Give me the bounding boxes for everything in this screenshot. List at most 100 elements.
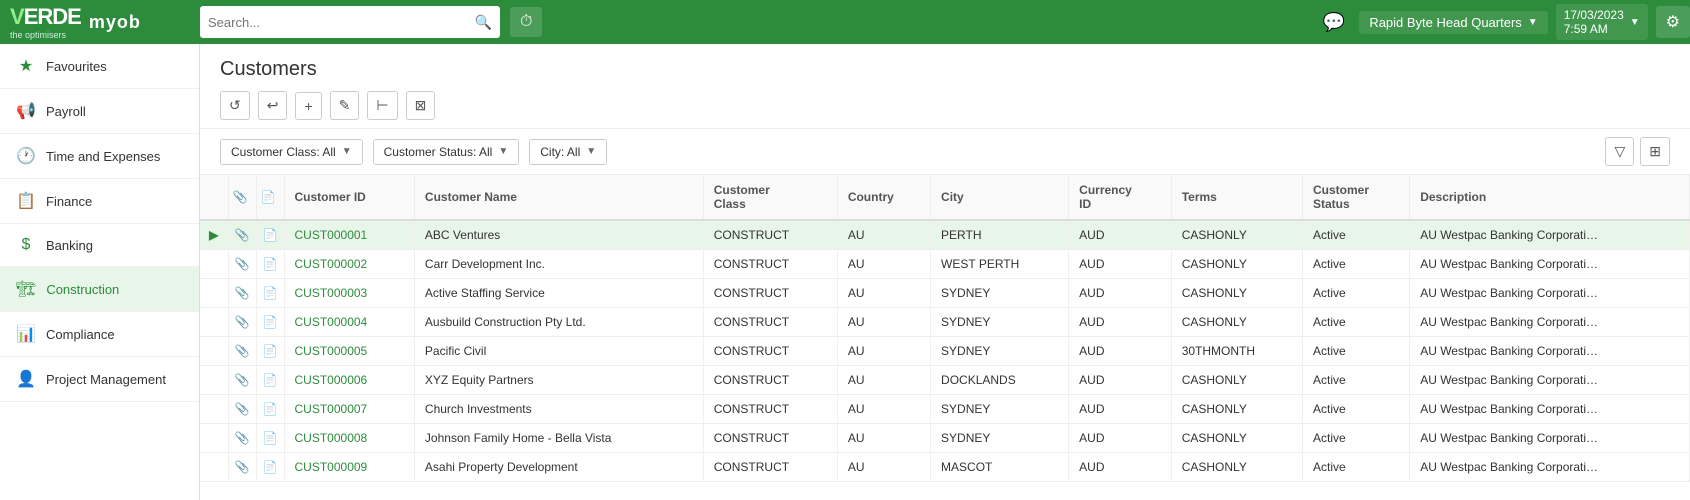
col-customer-id[interactable]: Customer ID — [284, 175, 414, 220]
columns-button[interactable]: ⊞ — [1640, 137, 1670, 166]
row-status: Active — [1303, 308, 1410, 337]
table-row[interactable]: 📎 📄 CUST000002 Carr Development Inc. CON… — [200, 250, 1690, 279]
nav-refresh-button[interactable]: ⏱ — [510, 7, 542, 37]
org-selector[interactable]: Rapid Byte Head Quarters ▼ — [1359, 11, 1547, 34]
toolbar-undo-button[interactable]: ↩ — [258, 91, 288, 120]
row-customer-name: ABC Ventures — [414, 220, 703, 250]
row-terms: CASHONLY — [1171, 308, 1302, 337]
customer-status-filter[interactable]: Customer Status: All ▼ — [373, 139, 520, 165]
customer-id-link[interactable]: CUST000007 — [295, 402, 368, 416]
toolbar-edit-button[interactable]: ✎ — [330, 91, 360, 120]
search-input[interactable] — [208, 15, 475, 30]
myob-logo: myob — [89, 12, 141, 33]
row-status: Active — [1303, 395, 1410, 424]
row-attach-cell: 📎 — [228, 424, 256, 453]
row-description: AU Westpac Banking Corporatio... — [1410, 250, 1690, 279]
row-arrow-cell — [200, 250, 228, 279]
row-doc-cell: 📄 — [256, 250, 284, 279]
customer-class-filter[interactable]: Customer Class: All ▼ — [220, 139, 363, 165]
table-row[interactable]: 📎 📄 CUST000004 Ausbuild Construction Pty… — [200, 308, 1690, 337]
toolbar-refresh-button[interactable]: ↺ — [220, 91, 250, 120]
customer-id-link[interactable]: CUST000003 — [295, 286, 368, 300]
row-city: SYDNEY — [931, 337, 1069, 366]
row-customer-id[interactable]: CUST000001 — [284, 220, 414, 250]
search-box[interactable]: 🔍 — [200, 6, 500, 38]
search-area: 🔍 ⏱ — [200, 6, 542, 38]
row-customer-id[interactable]: CUST000009 — [284, 453, 414, 482]
top-nav-bar: VERDE the optimisers myob 🔍 ⏱ 💬 Rapid By… — [0, 0, 1690, 44]
col-customer-name[interactable]: Customer Name — [414, 175, 703, 220]
row-status: Active — [1303, 453, 1410, 482]
row-customer-name: Church Investments — [414, 395, 703, 424]
customer-id-link[interactable]: CUST000001 — [295, 228, 368, 242]
sidebar-item-favourites[interactable]: ★ Favourites — [0, 44, 199, 89]
customer-id-link[interactable]: CUST000008 — [295, 431, 368, 445]
row-customer-id[interactable]: CUST000007 — [284, 395, 414, 424]
sidebar-item-label: Compliance — [46, 327, 115, 342]
customer-id-link[interactable]: CUST000004 — [295, 315, 368, 329]
sidebar-item-finance[interactable]: 📋 Finance — [0, 179, 199, 224]
table-row[interactable]: 📎 📄 CUST000003 Active Staffing Service C… — [200, 279, 1690, 308]
row-customer-id[interactable]: CUST000002 — [284, 250, 414, 279]
customer-id-link[interactable]: CUST000002 — [295, 257, 368, 271]
col-customer-status[interactable]: CustomerStatus — [1303, 175, 1410, 220]
row-terms: 30THMONTH — [1171, 337, 1302, 366]
sidebar-item-payroll[interactable]: 📢 Payroll — [0, 89, 199, 134]
col-country[interactable]: Country — [837, 175, 930, 220]
col-customer-class[interactable]: CustomerClass — [703, 175, 837, 220]
col-terms[interactable]: Terms — [1171, 175, 1302, 220]
row-doc-cell: 📄 — [256, 308, 284, 337]
col-currency-id[interactable]: CurrencyID — [1069, 175, 1172, 220]
org-name: Rapid Byte Head Quarters — [1369, 15, 1521, 30]
row-customer-name: Carr Development Inc. — [414, 250, 703, 279]
row-terms: CASHONLY — [1171, 220, 1302, 250]
row-customer-id[interactable]: CUST000006 — [284, 366, 414, 395]
row-country: AU — [837, 337, 930, 366]
sidebar-item-time-and-expenses[interactable]: 🕐 Time and Expenses — [0, 134, 199, 179]
row-arrow-cell: ▶ — [200, 220, 228, 250]
row-attach-cell: 📎 — [228, 453, 256, 482]
row-currency: AUD — [1069, 424, 1172, 453]
construction-icon: 🏗 — [16, 279, 36, 299]
row-customer-id[interactable]: CUST000003 — [284, 279, 414, 308]
row-customer-name: Johnson Family Home - Bella Vista — [414, 424, 703, 453]
settings-button[interactable]: ⚙ — [1656, 6, 1690, 38]
toolbar-merge-button[interactable]: ⊢ — [367, 91, 397, 120]
col-city[interactable]: City — [931, 175, 1069, 220]
row-customer-class: CONSTRUCT — [703, 337, 837, 366]
page-title: Customers — [220, 58, 1670, 81]
table-row[interactable]: 📎 📄 CUST000009 Asahi Property Developmen… — [200, 453, 1690, 482]
customer-id-link[interactable]: CUST000005 — [295, 344, 368, 358]
row-description: AU Westpac Banking Corporatio... — [1410, 279, 1690, 308]
sidebar-item-project-management[interactable]: 👤 Project Management — [0, 357, 199, 402]
sidebar-item-construction[interactable]: 🏗 Construction — [0, 267, 199, 312]
row-doc-cell: 📄 — [256, 220, 284, 250]
date-time-selector[interactable]: 17/03/2023 7:59 AM ▼ — [1556, 4, 1648, 40]
row-arrow-cell — [200, 337, 228, 366]
row-doc-cell: 📄 — [256, 424, 284, 453]
row-attach-cell: 📎 — [228, 337, 256, 366]
table-row[interactable]: 📎 📄 CUST000006 XYZ Equity Partners CONST… — [200, 366, 1690, 395]
sidebar-item-banking[interactable]: $ Banking — [0, 224, 199, 267]
row-doc-cell: 📄 — [256, 366, 284, 395]
table-row[interactable]: 📎 📄 CUST000005 Pacific Civil CONSTRUCT A… — [200, 337, 1690, 366]
row-attach-cell: 📎 — [228, 395, 256, 424]
advanced-filter-button[interactable]: ▽ — [1605, 137, 1634, 166]
document-icon: 📄 — [263, 402, 278, 416]
toolbar-delete-button[interactable]: ⊠ — [406, 91, 436, 120]
city-filter[interactable]: City: All ▼ — [529, 139, 607, 165]
table-row[interactable]: 📎 📄 CUST000008 Johnson Family Home - Bel… — [200, 424, 1690, 453]
table-row[interactable]: ▶ 📎 📄 CUST000001 ABC Ventures CONSTRUCT … — [200, 220, 1690, 250]
table-row[interactable]: 📎 📄 CUST000007 Church Investments CONSTR… — [200, 395, 1690, 424]
row-status: Active — [1303, 250, 1410, 279]
col-description[interactable]: Description — [1410, 175, 1690, 220]
sidebar-item-label: Construction — [46, 282, 119, 297]
customer-id-link[interactable]: CUST000009 — [295, 460, 368, 474]
row-customer-id[interactable]: CUST000005 — [284, 337, 414, 366]
messages-icon-button[interactable]: 💬 — [1313, 6, 1355, 39]
customer-id-link[interactable]: CUST000006 — [295, 373, 368, 387]
toolbar-add-button[interactable]: + — [295, 92, 321, 120]
row-customer-id[interactable]: CUST000004 — [284, 308, 414, 337]
sidebar-item-compliance[interactable]: 📊 Compliance — [0, 312, 199, 357]
row-customer-id[interactable]: CUST000008 — [284, 424, 414, 453]
